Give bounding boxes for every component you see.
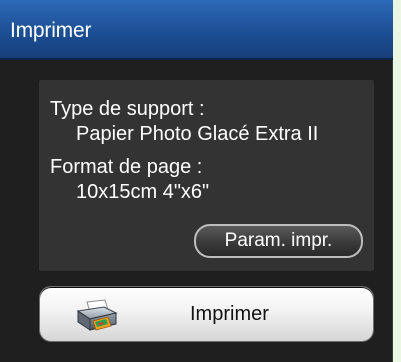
print-info-box: Type de support : Papier Photo Glacé Ext…	[39, 80, 374, 271]
printer-icon	[72, 297, 120, 333]
print-button-label: Imprimer	[190, 303, 269, 325]
print-settings-button[interactable]: Param. impr.	[194, 224, 363, 258]
page-size-label: Format de page :	[50, 156, 203, 178]
print-button[interactable]: Imprimer	[39, 286, 374, 342]
media-type-label: Type de support :	[50, 98, 205, 120]
print-panel: Imprimer Type de support : Papier Photo …	[0, 0, 393, 362]
page-size-value: 10x15cm 4"x6"	[76, 181, 210, 203]
media-type-value: Papier Photo Glacé Extra II	[76, 123, 319, 145]
panel-title: Imprimer	[10, 19, 92, 42]
title-bar: Imprimer	[0, 0, 393, 60]
